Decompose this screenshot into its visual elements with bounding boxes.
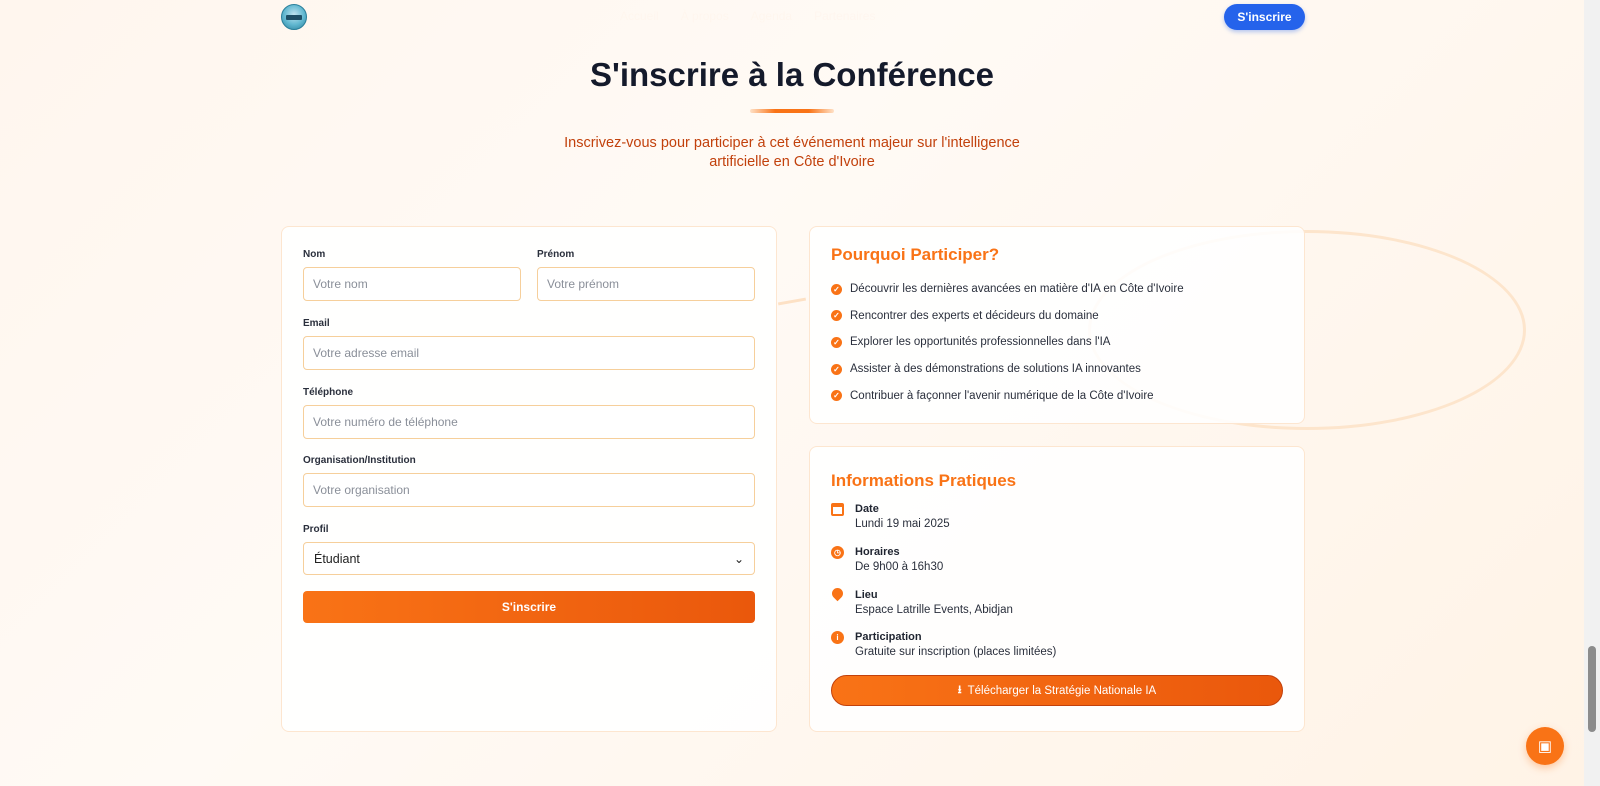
list-item: ✓ Découvrir les dernières avancées en mat… — [831, 276, 1184, 303]
why-participate-card: Pourquoi Participer? ✓ Découvrir les dern… — [809, 226, 1305, 424]
prenom-input[interactable] — [537, 267, 755, 301]
info-horaires: ◷ Horaires De 9h00 à 16h30 — [831, 545, 943, 575]
header-register-button[interactable]: S'inscrire — [1224, 4, 1305, 30]
organisation-label: Organisation/Institution — [303, 455, 416, 466]
nom-label: Nom — [303, 249, 326, 260]
chatbot-button[interactable]: ▣ — [1526, 727, 1564, 765]
robot-icon: ▣ — [1537, 738, 1553, 755]
check-circle-icon: ✓ — [831, 363, 842, 375]
nav-item-agenda[interactable]: Agenda — [751, 9, 792, 23]
list-item-text: Contribuer à façonner l'avenir numérique… — [850, 389, 1154, 402]
why-title: Pourquoi Participer? — [831, 245, 1000, 264]
registration-form-card: Nom Prénom Email Téléphone Organisation/… — [281, 226, 777, 732]
download-label: Télécharger la Stratégie Nationale IA — [967, 684, 1157, 697]
telephone-input[interactable] — [303, 405, 755, 439]
organisation-input[interactable] — [303, 473, 755, 507]
profil-selected-value: Étudiant — [314, 551, 360, 566]
list-item: ✓ Assister à des démonstrations de soluti… — [831, 356, 1184, 383]
info-date-label: Date — [855, 503, 879, 515]
list-item-text: Assister à des démonstrations de solutio… — [850, 363, 1141, 376]
scrollbar-thumb[interactable] — [1588, 646, 1596, 732]
list-item: ✓ Rencontrer des experts et décideurs du … — [831, 303, 1184, 330]
info-participation-value: Gratuite sur inscription (places limitée… — [855, 646, 1057, 658]
info-participation-label: Participation — [855, 631, 922, 643]
list-item: ✓ Contribuer à façonner l'avenir numériqu… — [831, 382, 1184, 409]
info-date: Date Lundi 19 mai 2025 — [831, 502, 950, 532]
submit-register-button[interactable]: S'inscrire — [303, 591, 755, 623]
check-circle-icon: ✓ — [831, 310, 842, 322]
nav-item-accueil[interactable]: Accueil — [620, 9, 659, 23]
page-scrollbar[interactable] — [1584, 0, 1600, 786]
decorative-dash — [777, 297, 807, 306]
check-circle-icon: ✓ — [831, 283, 842, 295]
check-circle-icon: ✓ — [831, 336, 842, 348]
info-date-value: Lundi 19 mai 2025 — [855, 518, 950, 530]
info-title: Informations Pratiques — [831, 471, 1017, 490]
email-label: Email — [303, 318, 330, 329]
top-navbar: Accueil À propos Agenda Partenaires S'in… — [0, 0, 1600, 34]
title-underline — [750, 109, 834, 113]
clock-icon: ◷ — [831, 546, 844, 559]
check-circle-icon: ✓ — [831, 390, 842, 402]
nom-input[interactable] — [303, 267, 521, 301]
main-nav: Accueil À propos Agenda Partenaires — [620, 9, 875, 23]
practical-info-card: Informations Pratiques Date Lundi 19 mai… — [809, 446, 1305, 732]
page-title: S'inscrire à la Conférence — [589, 56, 995, 93]
list-item-text: Rencontrer des experts et décideurs du d… — [850, 309, 1099, 322]
download-icon: ⭳ — [957, 684, 962, 696]
map-pin-icon — [829, 585, 846, 602]
info-icon: i — [831, 631, 844, 644]
download-strategy-button[interactable]: ⭳ Télécharger la Stratégie Nationale IA — [831, 675, 1283, 706]
list-item-text: Explorer les opportunités professionnell… — [850, 336, 1111, 349]
page-subtitle: Inscrivez-vous pour participer à cet évé… — [564, 135, 1020, 170]
conference-logo[interactable] — [281, 4, 307, 30]
info-horaires-value: De 9h00 à 16h30 — [855, 561, 944, 573]
info-lieu-value: Espace Latrille Events, Abidjan — [855, 604, 1013, 616]
profil-select[interactable]: Étudiant ⌄ — [303, 542, 755, 575]
nav-item-partenaires[interactable]: Partenaires — [814, 9, 875, 23]
list-item: ✓ Explorer les opportunités professionnel… — [831, 329, 1184, 356]
email-input[interactable] — [303, 336, 755, 370]
nav-item-a-propos[interactable]: À propos — [681, 9, 729, 23]
telephone-label: Téléphone — [303, 387, 354, 398]
calendar-icon — [831, 503, 844, 516]
list-item-text: Découvrir les dernières avancées en mati… — [850, 283, 1184, 296]
info-participation: i Participation Gratuite sur inscription… — [831, 630, 1056, 660]
info-lieu-label: Lieu — [855, 589, 878, 601]
info-lieu: Lieu Espace Latrille Events, Abidjan — [829, 585, 1013, 618]
info-horaires-label: Horaires — [855, 546, 900, 558]
profil-label: Profil — [303, 524, 329, 535]
why-list: ✓ Découvrir les dernières avancées en mat… — [831, 276, 1184, 409]
prenom-label: Prénom — [537, 249, 575, 260]
chevron-down-icon: ⌄ — [733, 551, 744, 566]
